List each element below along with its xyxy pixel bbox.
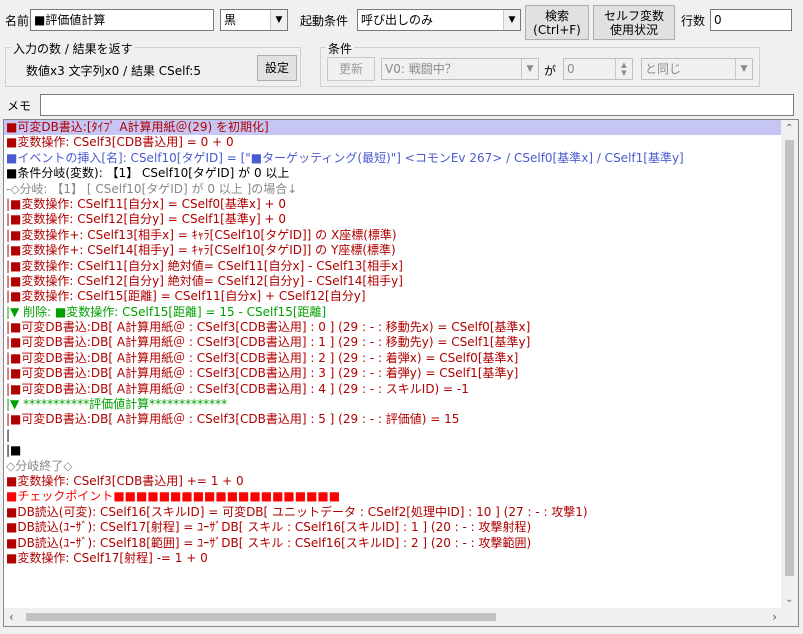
code-line[interactable]: | xyxy=(4,428,782,443)
ga-label: が xyxy=(544,64,557,78)
scrollbar-corner xyxy=(781,608,798,626)
code-line[interactable]: |■変数操作+: CSelf14[相手y] = ｷｬﾗ[CSelf10[タゲID… xyxy=(4,243,782,258)
memo-label: メモ xyxy=(7,99,32,113)
code-line[interactable]: |■可変DB書込:DB[ A計算用紙＠ : CSelf3[CDB書込用] : 3… xyxy=(4,366,782,381)
scroll-left-icon[interactable]: ‹ xyxy=(9,610,14,624)
code-lines[interactable]: ■可変DB書込:[ﾀｲﾌﾟ A計算用紙＠(29) を初期化] ■変数操作: CSe… xyxy=(4,120,782,608)
search-button-line1: 検索 xyxy=(544,8,569,23)
color-select-value: 黒 xyxy=(224,13,237,27)
horizontal-scroll-thumb[interactable] xyxy=(26,613,496,621)
line-count-label: 行数 xyxy=(681,14,706,28)
code-line[interactable]: |■可変DB書込:DB[ A計算用紙＠ : CSelf3[CDB書込用] : 0… xyxy=(4,320,782,335)
code-line[interactable]: |■変数操作: CSelf12[自分y] 絶対値= CSelf12[自分y] -… xyxy=(4,274,782,289)
spinner-arrows-icon[interactable]: ▲ ▼ xyxy=(615,59,632,79)
chevron-down-icon[interactable]: ▼ xyxy=(270,10,287,30)
trigger-select[interactable]: 呼び出しのみ ▼ xyxy=(357,9,521,31)
vertical-scroll-thumb[interactable] xyxy=(785,140,794,576)
code-line[interactable]: ◇分岐終了◇ xyxy=(4,459,782,474)
code-line[interactable]: |■変数操作+: CSelf13[相手x] = ｷｬﾗ[CSelf10[タゲID… xyxy=(4,228,782,243)
code-line[interactable]: -◇分岐: 【1】 [ CSelf10[タゲID] が 0 以上 ]の場合↓ xyxy=(4,182,782,197)
condition-number-spinner[interactable]: 0 ▲ ▼ xyxy=(563,58,633,80)
compare-select[interactable]: と同じ ▼ xyxy=(641,58,753,80)
io-group-title: 入力の数 / 結果を返す xyxy=(11,40,135,57)
self-var-usage-button[interactable]: セルフ変数 使用状況 xyxy=(593,5,675,40)
compare-select-value: と同じ xyxy=(645,62,682,76)
vertical-scrollbar[interactable]: ⌃ ⌄ xyxy=(781,120,798,608)
code-line[interactable]: |▼ 削除: ■変数操作: CSelf15[距離] = 15 - CSelf15… xyxy=(4,305,782,320)
self-var-button-line2: 使用状況 xyxy=(609,22,658,37)
scroll-right-icon[interactable]: › xyxy=(772,610,777,624)
search-button[interactable]: 検索 (Ctrl+F) xyxy=(525,5,589,40)
line-count-input[interactable]: 0 xyxy=(710,9,792,31)
code-line[interactable]: ■DB読込(ﾕｰｻﾞ): CSelf17[射程] = ﾕｰｻﾞDB[ スキル :… xyxy=(4,520,782,535)
code-line[interactable]: ■条件分岐(変数): 【1】 CSelf10[タゲID] が 0 以上 xyxy=(4,166,782,181)
horizontal-scrollbar[interactable]: ‹ › xyxy=(4,608,782,626)
event-code-list[interactable]: ■可変DB書込:[ﾀｲﾌﾟ A計算用紙＠(29) を初期化] ■変数操作: CSe… xyxy=(3,119,799,627)
condition-var-value: V0: 戦闘中？ xyxy=(385,62,457,76)
condition-number-value: 0 xyxy=(567,62,575,76)
code-line[interactable]: |■可変DB書込:DB[ A計算用紙＠ : CSelf3[CDB書込用] : 4… xyxy=(4,382,782,397)
code-line[interactable]: |■変数操作: CSelf11[自分x] 絶対値= CSelf11[自分x] -… xyxy=(4,259,782,274)
code-line[interactable]: ■変数操作: CSelf17[射程] -= 1 + 0 xyxy=(4,551,782,566)
chevron-down-icon[interactable]: ▼ xyxy=(735,59,752,79)
scroll-up-icon[interactable]: ⌃ xyxy=(785,123,793,134)
memo-input[interactable] xyxy=(40,94,794,116)
trigger-label: 起動条件 xyxy=(300,14,349,28)
search-button-line2: (Ctrl+F) xyxy=(533,22,581,37)
code-line[interactable]: |■変数操作: CSelf12[自分y] = CSelf1[基準y] + 0 xyxy=(4,212,782,227)
chevron-down-icon[interactable]: ▼ xyxy=(503,10,520,30)
trigger-select-value: 呼び出しのみ xyxy=(361,13,434,27)
code-line[interactable]: ■チェックポイント■■■■■■■■■■■■■■■■■■■■ xyxy=(4,489,782,504)
code-line[interactable]: ■変数操作: CSelf3[CDB書込用] = 0 + 0 xyxy=(4,135,782,150)
name-input[interactable]: ■評価値計算 xyxy=(30,9,214,31)
condition-group-title: 条件 xyxy=(326,40,355,57)
code-line[interactable]: |■可変DB書込:DB[ A計算用紙＠ : CSelf3[CDB書込用] : 5… xyxy=(4,412,782,427)
io-summary: 数値x3 文字列x0 / 結果 CSelf:5 xyxy=(26,64,201,78)
chevron-down-icon[interactable]: ▼ xyxy=(521,59,538,79)
code-line[interactable]: ■可変DB書込:[ﾀｲﾌﾟ A計算用紙＠(29) を初期化] xyxy=(4,120,782,136)
code-line[interactable]: ■変数操作: CSelf3[CDB書込用] += 1 + 0 xyxy=(4,474,782,489)
color-select[interactable]: 黒 ▼ xyxy=(220,9,288,31)
code-line[interactable]: |▼ ***********評価値計算************* xyxy=(4,397,782,412)
code-line[interactable]: |■変数操作: CSelf11[自分x] = CSelf0[基準x] + 0 xyxy=(4,197,782,212)
code-line[interactable]: ■イベントの挿入[名]: CSelf10[タゲID] = ["■ターゲッティング… xyxy=(4,151,782,166)
code-line[interactable]: ■DB読込(ﾕｰｻﾞ): CSelf18[範囲] = ﾕｰｻﾞDB[ スキル :… xyxy=(4,536,782,551)
update-button[interactable]: 更新 xyxy=(327,57,375,81)
code-line[interactable]: |■ xyxy=(4,443,782,458)
io-set-button[interactable]: 設定 xyxy=(257,55,297,81)
code-line[interactable]: |■可変DB書込:DB[ A計算用紙＠ : CSelf3[CDB書込用] : 1… xyxy=(4,335,782,350)
self-var-button-line1: セルフ変数 xyxy=(603,8,664,23)
scroll-down-icon[interactable]: ⌄ xyxy=(785,594,793,605)
code-line[interactable]: |■可変DB書込:DB[ A計算用紙＠ : CSelf3[CDB書込用] : 2… xyxy=(4,351,782,366)
condition-var-select[interactable]: V0: 戦闘中？ ▼ xyxy=(381,58,539,80)
code-line[interactable]: |■変数操作: CSelf15[距離] = CSelf11[自分x] + CSe… xyxy=(4,289,782,304)
code-line[interactable]: ■DB読込(可変): CSelf16[スキルID] = 可変DB[ ユニットデー… xyxy=(4,505,782,520)
name-label: 名前 xyxy=(5,14,30,28)
